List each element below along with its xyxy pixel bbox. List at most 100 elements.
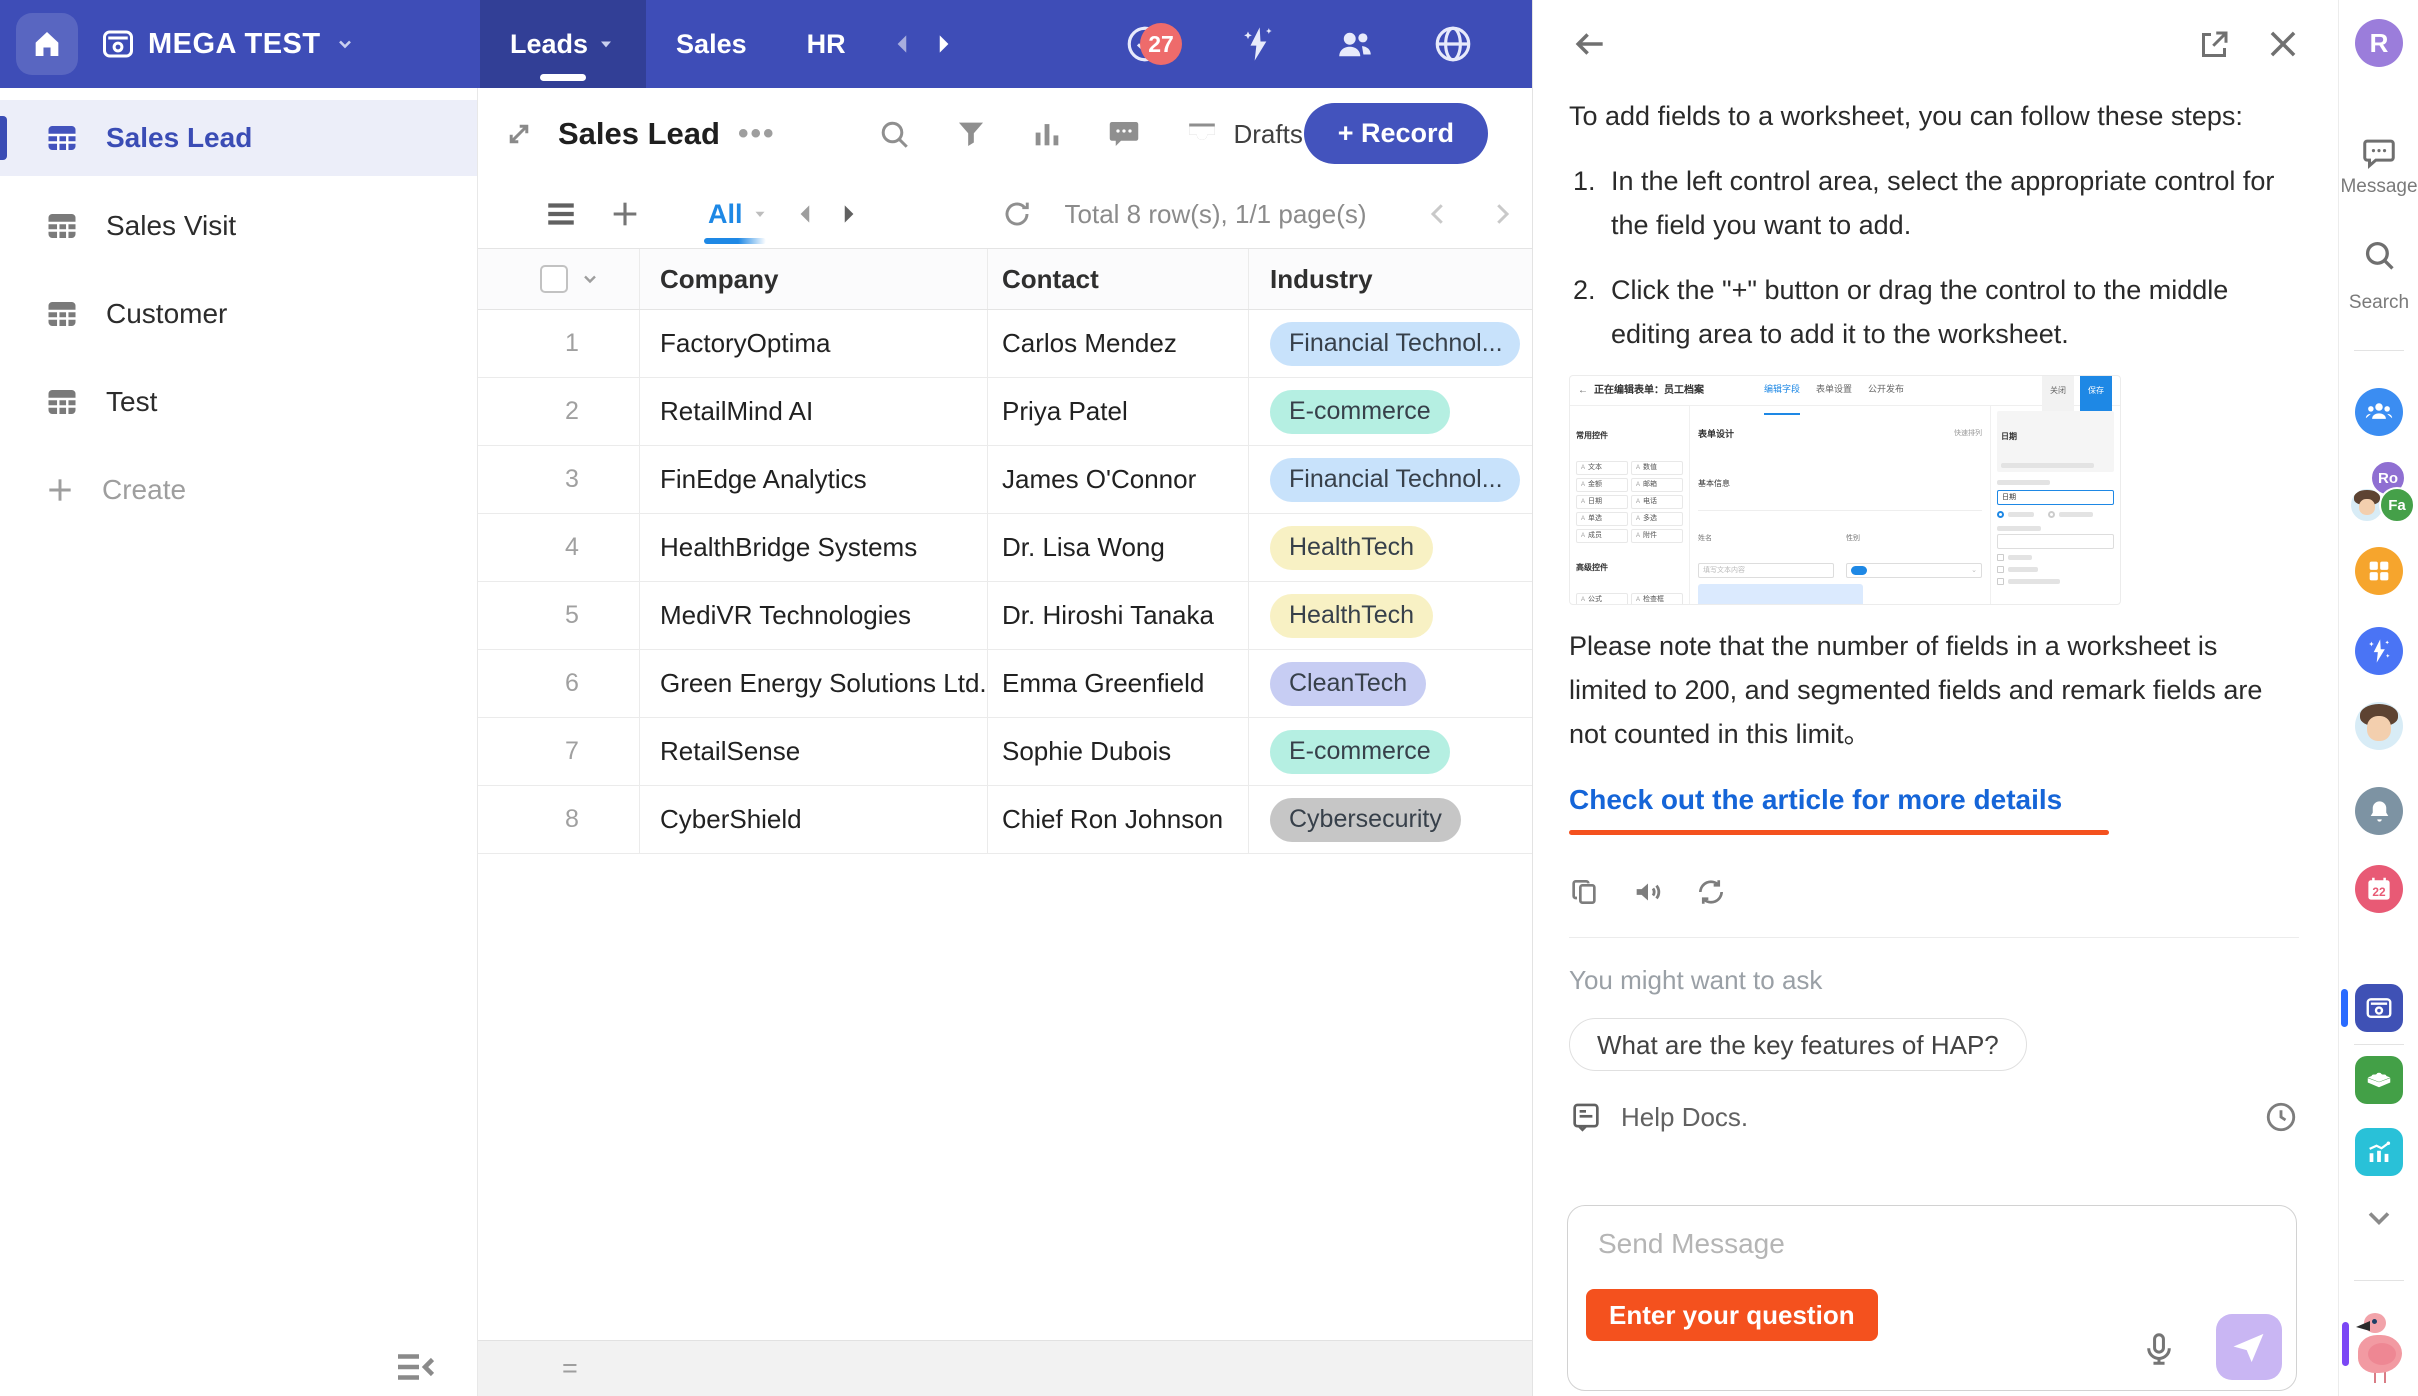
cell-company[interactable]: CyberShield [660, 804, 802, 835]
plugins-button[interactable] [2355, 1056, 2403, 1104]
send-button[interactable] [2216, 1314, 2282, 1380]
analytics-button[interactable] [2355, 1128, 2403, 1176]
table-row[interactable]: 8 CyberShield Chief Ron Johnson Cybersec… [478, 786, 1532, 854]
industry-tag[interactable]: Financial Technol... [1270, 457, 1520, 502]
industry-tag[interactable]: E-commerce [1270, 389, 1450, 434]
refresh-icon[interactable] [1001, 198, 1033, 230]
cell-contact[interactable]: Dr. Hiroshi Tanaka [1002, 600, 1214, 631]
tabs-scroll-right-icon[interactable] [930, 31, 956, 57]
enter-question-button[interactable]: Enter your question [1586, 1289, 1878, 1341]
views-scroll-left-icon[interactable] [793, 201, 819, 227]
microphone-icon[interactable] [2140, 1330, 2178, 1368]
view-tab-all[interactable]: All [704, 199, 769, 244]
article-link[interactable]: Check out the article for more details [1569, 778, 2062, 822]
rail-more-chevron-icon[interactable] [2361, 1200, 2397, 1236]
flamingo-mascot[interactable] [2344, 1309, 2414, 1383]
suggested-question-chip[interactable]: What are the key features of HAP? [1569, 1018, 2027, 1071]
apps-button[interactable] [2355, 547, 2403, 595]
search-icon[interactable] [876, 116, 912, 152]
cell-contact[interactable]: Sophie Dubois [1002, 736, 1171, 767]
industry-tag[interactable]: Financial Technol... [1270, 321, 1520, 366]
table-row[interactable]: 1 FactoryOptima Carlos Mendez Financial … [478, 310, 1532, 378]
table-row[interactable]: 5 MediVR Technologies Dr. Hiroshi Tanaka… [478, 582, 1532, 650]
cell-company[interactable]: RetailMind AI [660, 396, 813, 427]
back-icon[interactable] [1571, 25, 1609, 63]
notifications-button[interactable] [2355, 787, 2403, 835]
tabs-scroll-left-icon[interactable] [890, 31, 916, 57]
cell-contact[interactable]: Priya Patel [1002, 396, 1128, 427]
cell-company[interactable]: Green Energy Solutions Ltd. [660, 668, 987, 699]
tab-hr[interactable]: HR [777, 0, 876, 88]
comment-icon[interactable] [1106, 116, 1142, 152]
create-worksheet-button[interactable]: Create [0, 452, 477, 528]
add-view-icon[interactable] [608, 197, 642, 231]
help-docs-row[interactable]: Help Docs. [1569, 1095, 2299, 1139]
page-prev-icon[interactable] [1423, 199, 1453, 229]
calendar-button[interactable]: 22 [2355, 865, 2403, 913]
cell-company[interactable]: HealthBridge Systems [660, 532, 917, 563]
copy-icon[interactable] [1569, 876, 1601, 908]
add-record-button[interactable]: + Record [1303, 103, 1488, 164]
drafts-button[interactable]: Drafts [1184, 116, 1303, 152]
header-chevron-icon[interactable] [578, 267, 602, 291]
page-next-icon[interactable] [1487, 199, 1517, 229]
user-avatar[interactable]: R [2355, 19, 2403, 67]
tab-leads[interactable]: Leads [480, 0, 647, 88]
cell-contact[interactable]: James O'Connor [1002, 464, 1196, 495]
task-count-badge[interactable]: 27 [1140, 23, 1182, 65]
sidebar-worksheet-item[interactable]: Customer [0, 276, 477, 352]
sidebar-worksheet-item[interactable]: Sales Visit [0, 188, 477, 264]
summary-symbol[interactable]: = [562, 1353, 578, 1384]
industry-tag[interactable]: HealthTech [1270, 593, 1434, 638]
open-in-new-icon[interactable] [2196, 27, 2232, 63]
cell-company[interactable]: FinEdge Analytics [660, 464, 867, 495]
members-icon[interactable] [1334, 23, 1376, 65]
view-list-icon[interactable] [544, 197, 578, 231]
message-input-box[interactable]: Send Message Enter your question [1567, 1205, 2297, 1391]
cell-contact[interactable]: Chief Ron Johnson [1002, 804, 1223, 835]
cell-contact[interactable]: Dr. Lisa Wong [1002, 532, 1165, 563]
mini-avatar-fa[interactable]: Fa [2379, 487, 2415, 523]
read-aloud-icon[interactable] [1631, 875, 1665, 909]
app-switcher[interactable]: MEGA TEST [100, 26, 357, 62]
table-row[interactable]: 4 HealthBridge Systems Dr. Lisa Wong Hea… [478, 514, 1532, 582]
cell-contact[interactable]: Emma Greenfield [1002, 668, 1204, 699]
cell-contact[interactable]: Carlos Mendez [1002, 328, 1177, 359]
message-icon[interactable] [2360, 134, 2398, 172]
industry-tag[interactable]: E-commerce [1270, 729, 1450, 774]
embedded-screenshot[interactable]: ← 正在编辑表单：员工档案 编辑字段 表单设置 公开发布 关闭 保存 常用控件 … [1569, 375, 2121, 605]
assistant-avatar[interactable] [2355, 702, 2403, 750]
close-icon[interactable] [2264, 25, 2302, 63]
select-all-checkbox[interactable] [540, 265, 568, 293]
ai-assistant-button[interactable] [2355, 627, 2403, 675]
sidebar-worksheet-item[interactable]: Sales Lead [0, 100, 477, 176]
views-scroll-right-icon[interactable] [835, 201, 861, 227]
column-header-industry[interactable]: Industry [1270, 264, 1373, 295]
global-search-icon[interactable] [2360, 236, 2398, 274]
cell-company[interactable]: FactoryOptima [660, 328, 831, 359]
table-row[interactable]: 6 Green Energy Solutions Ltd. Emma Green… [478, 650, 1532, 718]
table-row[interactable]: 2 RetailMind AI Priya Patel E-commerce [478, 378, 1532, 446]
view-more-icon[interactable]: ••• [738, 117, 776, 151]
column-header-contact[interactable]: Contact [1002, 264, 1099, 295]
cell-company[interactable]: RetailSense [660, 736, 800, 767]
column-header-company[interactable]: Company [660, 264, 778, 295]
globe-icon[interactable] [1432, 23, 1474, 65]
current-app-button[interactable] [2355, 984, 2403, 1032]
cell-company[interactable]: MediVR Technologies [660, 600, 911, 631]
expand-view-icon[interactable] [502, 117, 536, 151]
sidebar-worksheet-item[interactable]: Test [0, 364, 477, 440]
industry-tag[interactable]: Cybersecurity [1270, 797, 1461, 842]
chart-icon[interactable] [1030, 117, 1064, 151]
automation-bolt-icon[interactable] [1238, 24, 1278, 64]
history-clock-icon[interactable] [2263, 1099, 2299, 1135]
home-button[interactable] [16, 13, 78, 75]
industry-tag[interactable]: CleanTech [1270, 661, 1427, 706]
regenerate-icon[interactable] [1695, 876, 1727, 908]
table-row[interactable]: 3 FinEdge Analytics James O'Connor Finan… [478, 446, 1532, 514]
industry-tag[interactable]: HealthTech [1270, 525, 1434, 570]
filter-icon[interactable] [954, 117, 988, 151]
table-row[interactable]: 7 RetailSense Sophie Dubois E-commerce [478, 718, 1532, 786]
collapse-sidebar-button[interactable] [395, 1350, 437, 1384]
tab-sales[interactable]: Sales [646, 0, 777, 88]
